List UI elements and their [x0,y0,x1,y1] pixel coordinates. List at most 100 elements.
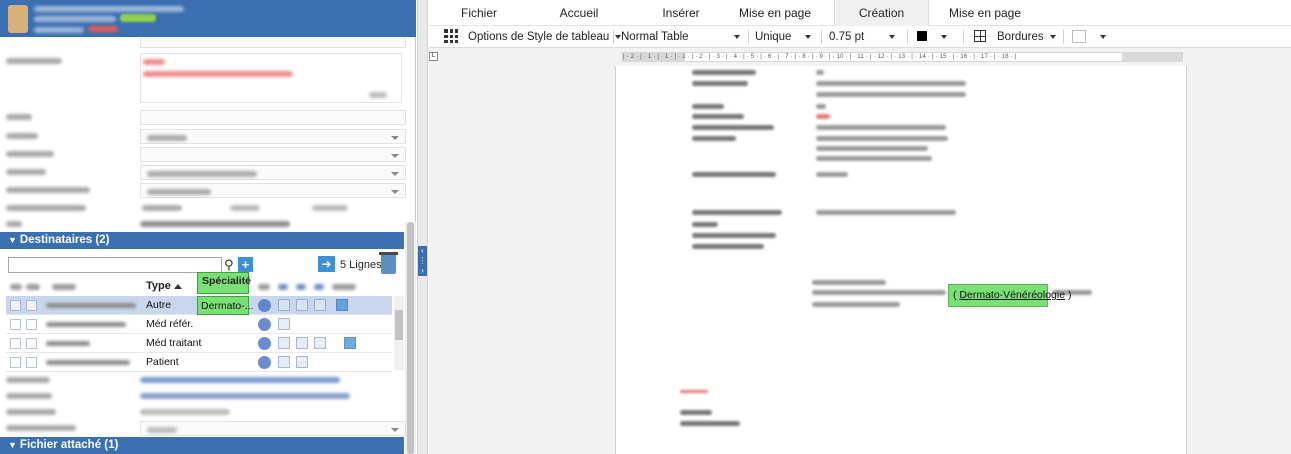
table-scrollbar[interactable] [394,296,404,370]
recipient-specialite: Dermato-... [197,296,254,315]
tab-fichier[interactable]: Fichier [449,0,509,26]
border-width-dropdown[interactable]: 0.75 pt [829,26,901,48]
globe-icon[interactable] [258,318,271,331]
option-checkbox[interactable] [278,318,290,330]
table-row[interactable]: Autre Dermato-... [6,296,392,315]
table-row[interactable]: Patient [6,353,392,372]
table-row[interactable]: Méd référ. [6,315,392,334]
collapse-handle-icon[interactable]: ‹ ⋮ › [418,246,427,276]
option-checkbox[interactable] [314,337,326,349]
column-header[interactable] [314,284,324,290]
radio-option[interactable] [142,205,182,211]
tab-accueil[interactable]: Accueil [549,0,609,26]
globe-icon[interactable] [258,356,271,369]
row-checkbox[interactable] [10,357,21,368]
column-header-type[interactable]: Type [146,276,182,296]
status-badge [120,14,156,22]
mail-icon[interactable] [336,299,348,311]
row-checkbox[interactable] [10,338,21,349]
diffusion-options[interactable] [140,377,340,383]
arrow-right-icon[interactable]: ➜ [318,256,335,272]
fichier-attache-section-header[interactable]: ▼ Fichier attaché (1) [0,437,404,454]
option-checkbox[interactable] [278,299,290,311]
borders-dropdown[interactable]: Bordures [997,26,1056,48]
document-page[interactable]: ( Dermato-Vénéréologie ) [615,66,1187,454]
impression-option[interactable] [140,393,350,399]
patient-avatar [8,5,28,33]
toolbar-divider [1063,30,1064,44]
chevron-down-icon [1100,34,1106,39]
column-header[interactable] [332,284,356,290]
borders-icon[interactable] [974,30,986,42]
doc-label [692,125,774,130]
panel-splitter[interactable]: ‹ ⋮ › [417,0,428,454]
toolbar-divider [907,30,908,44]
table-style-dropdown[interactable]: Normal Table [621,26,746,48]
table-style-options-dropdown[interactable]: Options de Style de tableau [468,26,622,48]
recipient-type: Méd traitant [146,337,202,349]
globe-icon[interactable] [258,337,271,350]
option-checkbox[interactable] [314,299,326,311]
ruler-ticks: | · 2 · | · 1 · | · 1 · | · 1 · | · 2 · … [623,54,1017,60]
horizontal-ruler[interactable]: | · 2 · | · 1 · | · 1 · | · 1 · | · 2 · … [622,52,1183,62]
resize-icon[interactable] [369,92,387,98]
lines-count: 5 Lignes [340,259,382,271]
localeur-select[interactable] [140,165,406,180]
destinataires-table: Type Spécialité Autre Dermato-... Méd ré… [6,272,404,372]
scrollbar-thumb[interactable] [407,222,414,454]
shading-swatch[interactable] [1072,30,1086,43]
border-style-dropdown[interactable]: Unique [755,26,817,48]
search-icon[interactable]: ⚲ [224,257,238,273]
trash-icon[interactable] [379,252,398,274]
option-checkbox[interactable] [296,356,308,368]
pen-color-dropdown[interactable] [935,26,947,48]
autorisation-select[interactable] [140,421,406,436]
libelle-field[interactable] [140,110,406,125]
priorite-select[interactable] [140,129,406,144]
column-header[interactable] [10,284,22,290]
row-checkbox[interactable] [26,319,37,330]
row-checkbox[interactable] [26,338,37,349]
column-header[interactable] [278,284,288,290]
column-header[interactable] [26,284,40,290]
shading-dropdown[interactable] [1094,26,1106,48]
option-checkbox[interactable] [296,337,308,349]
add-icon[interactable]: + [238,257,253,272]
information-option[interactable] [140,409,230,415]
secretariat-select[interactable] [140,147,406,162]
form-field[interactable] [140,38,406,48]
tab-creation[interactable]: Création [834,0,929,26]
radio-option[interactable] [230,205,260,211]
tab-mise-en-page[interactable]: Mise en page [729,0,821,26]
column-header[interactable] [296,284,306,290]
toolbar-divider [748,30,749,44]
option-checkbox[interactable] [278,356,290,368]
row-checkbox[interactable] [10,300,21,311]
signature-text [680,410,712,415]
row-checkbox[interactable] [26,300,37,311]
column-header-specialite[interactable]: Spécialité [197,272,251,294]
table-row[interactable]: Méd traitant [6,334,392,353]
table-grid-icon[interactable] [444,29,458,43]
specialite-merge-field[interactable]: ( Dermato-Vénéréologie ) [948,284,1072,307]
tab-inserer[interactable]: Insérer [651,0,711,26]
scrollbar-thumb[interactable] [395,310,403,340]
row-checkbox[interactable] [26,357,37,368]
mail-icon[interactable] [344,337,356,349]
row-checkbox[interactable] [10,319,21,330]
antecedents-field[interactable] [140,53,402,103]
tab-stop-selector[interactable]: L [429,52,438,61]
option-checkbox[interactable] [296,299,308,311]
destinataires-search-input[interactable] [8,257,222,273]
globe-icon[interactable] [258,299,271,312]
option-checkbox[interactable] [278,337,290,349]
type-document-select[interactable] [140,183,406,198]
radio-option[interactable] [312,205,348,211]
column-header[interactable] [258,284,270,290]
pen-color-swatch[interactable] [917,31,927,41]
recipient-name-redacted [46,360,130,365]
destinataires-section-header[interactable]: ▼ Destinataires (2) [0,232,404,249]
column-header-nom[interactable] [52,284,76,290]
tab-mise-en-page-table[interactable]: Mise en page [939,0,1031,26]
panel-scrollbar[interactable] [405,222,416,454]
